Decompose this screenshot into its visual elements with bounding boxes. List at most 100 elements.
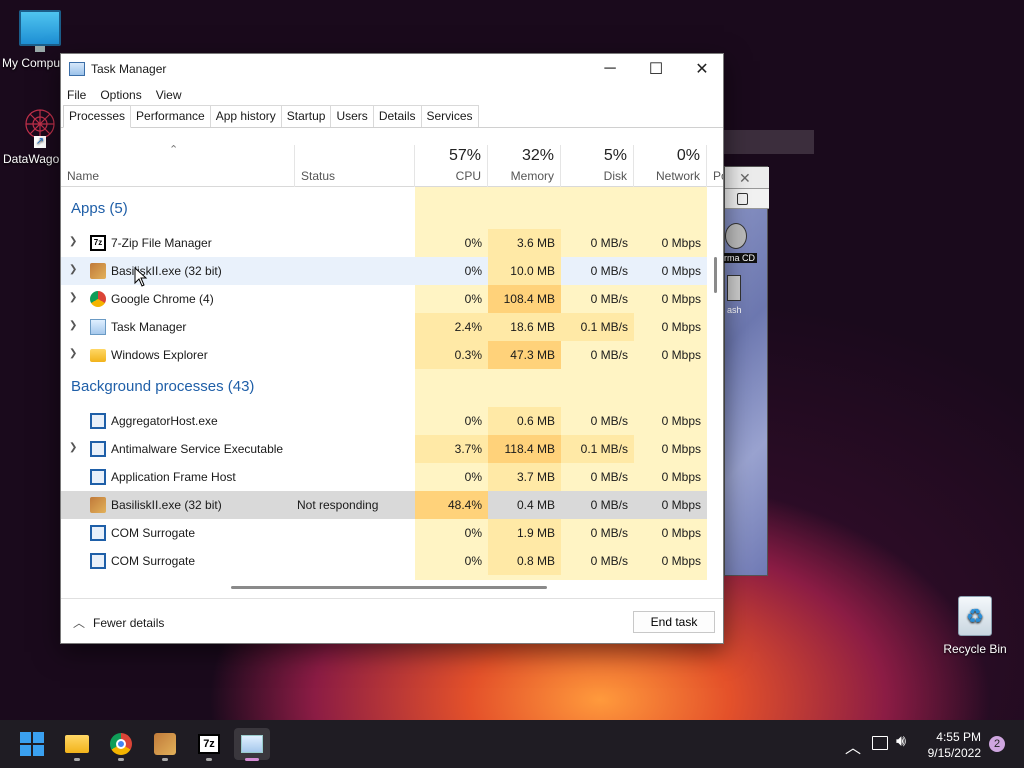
disk-value: 0 MB/s xyxy=(590,554,628,568)
process-name: COM Surrogate xyxy=(111,526,196,540)
disk-value: 0 MB/s xyxy=(590,526,628,540)
emulator-menubar xyxy=(725,189,769,209)
end-task-button[interactable]: End task xyxy=(633,611,715,633)
vertical-scrollbar[interactable] xyxy=(707,145,723,580)
process-row[interactable]: ❯ Task Manager 2.4% 18.6 MB 0.1 MB/s 0 Mbps xyxy=(61,313,707,341)
tab-startup[interactable]: Startup xyxy=(280,105,332,127)
process-row[interactable]: ❯ Google Chrome (4) 0% 108.4 MB 0 MB/s 0 Mbps xyxy=(61,285,707,313)
notification-badge[interactable]: 2 xyxy=(989,736,1005,752)
net-value: 0 Mbps xyxy=(661,236,701,250)
column-header-status[interactable]: Status xyxy=(295,145,415,187)
mem-value: 0.8 MB xyxy=(516,554,555,568)
chevron-right-icon[interactable]: ❯ xyxy=(69,264,77,275)
minimize-button[interactable]: ─ xyxy=(587,54,633,84)
cpu-value: 3.7% xyxy=(454,442,482,456)
net-value: 0 Mbps xyxy=(661,526,701,540)
process-row[interactable]: AggregatorHost.exe 0% 0.6 MB 0 MB/s 0 Mbps xyxy=(61,407,707,435)
process-name: Antimalware Service Executable xyxy=(111,442,284,456)
mem-value: 10.0 MB xyxy=(510,264,555,278)
taskbar-chrome[interactable] xyxy=(103,728,139,761)
tab-details[interactable]: Details xyxy=(372,105,422,127)
task-manager-icon xyxy=(69,62,85,76)
cd-icon[interactable] xyxy=(725,223,747,249)
menu-file[interactable]: File xyxy=(67,88,86,102)
basilisk-icon xyxy=(154,733,176,755)
process-row[interactable]: COM Surrogate 0% 0.8 MB 0 MB/s 0 Mbps xyxy=(61,547,707,575)
start-button[interactable] xyxy=(14,728,50,760)
process-name: BasiliskII.exe (32 bit) xyxy=(111,498,222,512)
disk-value: 0 MB/s xyxy=(590,292,628,306)
taskbar-basilisk[interactable] xyxy=(147,728,183,761)
group-header-background: Background processes (43) xyxy=(71,378,255,395)
net-value: 0 Mbps xyxy=(661,292,701,306)
net-value: 0 Mbps xyxy=(661,554,701,568)
cpu-value: 0% xyxy=(464,292,482,306)
process-row[interactable]: COM Surrogate 0% 1.9 MB 0 MB/s 0 Mbps xyxy=(61,519,707,547)
folder-icon xyxy=(90,349,106,362)
cpu-value: 0% xyxy=(464,236,482,250)
disk-value: 0.1 MB/s xyxy=(580,320,628,334)
emulator-window[interactable]: ✕ rma CD ash xyxy=(722,166,769,576)
cpu-value: 0% xyxy=(464,414,482,428)
horizontal-scroll-thumb[interactable] xyxy=(231,586,547,589)
process-row[interactable]: ❯ BasiliskII.exe (32 bit) 0% 10.0 MB 0 MB/s 0… xyxy=(61,257,707,285)
maximize-button[interactable]: ☐ xyxy=(633,54,679,84)
taskbar-task-manager[interactable] xyxy=(234,728,270,761)
menu-view[interactable]: View xyxy=(156,88,182,102)
column-header-disk[interactable]: 5% Disk xyxy=(561,145,634,187)
taskmgr-icon xyxy=(241,735,263,753)
network-icon[interactable] xyxy=(872,736,888,750)
process-row[interactable]: BasiliskII.exe (32 bit) Not responding 48.… xyxy=(61,491,707,519)
tab-processes[interactable]: Processes xyxy=(63,105,132,128)
mem-value: 3.6 MB xyxy=(516,236,555,250)
chrome-icon xyxy=(110,733,132,755)
process-icon xyxy=(90,413,106,429)
horizontal-scrollbar[interactable] xyxy=(61,580,707,594)
column-header-memory[interactable]: 32% Memory xyxy=(488,145,561,187)
process-icon xyxy=(90,441,106,457)
taskbar-file-explorer[interactable] xyxy=(59,728,95,761)
close-icon[interactable]: ✕ xyxy=(739,170,751,187)
taskbar-7zip[interactable]: 7z xyxy=(191,728,227,761)
clock-date: 9/15/2022 xyxy=(927,746,981,760)
chevron-right-icon[interactable]: ❯ xyxy=(69,442,77,453)
menu-options[interactable]: Options xyxy=(100,88,141,102)
chrome-icon xyxy=(90,291,106,307)
tab-performance[interactable]: Performance xyxy=(130,105,211,127)
process-row[interactable]: Application Frame Host 0% 3.7 MB 0 MB/s 0 Mb… xyxy=(61,463,707,491)
column-header-name[interactable]: ⌃ Name xyxy=(61,145,295,187)
net-value: 0 Mbps xyxy=(661,320,701,334)
basilisk-icon xyxy=(90,497,106,513)
cpu-value: 0% xyxy=(464,554,482,568)
chevron-right-icon[interactable]: ❯ xyxy=(69,236,77,247)
column-header-network[interactable]: 0% Network xyxy=(634,145,707,187)
vertical-scroll-thumb[interactable] xyxy=(714,257,717,293)
document-icon[interactable] xyxy=(737,193,748,205)
volume-icon[interactable]: 🔊︎ xyxy=(896,733,906,751)
process-row[interactable]: ❯ Antimalware Service Executable 3.7% 118.4… xyxy=(61,435,707,463)
trash-icon[interactable] xyxy=(727,275,741,301)
process-row[interactable]: ❯ 7z 7-Zip File Manager 0% 3.6 MB 0 MB/s 0 Mbp… xyxy=(61,229,707,257)
chevron-up-icon[interactable]: ︿ xyxy=(845,734,861,758)
chevron-right-icon[interactable]: ❯ xyxy=(69,348,77,359)
mem-value: 0.6 MB xyxy=(516,414,555,428)
tab-services[interactable]: Services xyxy=(420,105,479,127)
taskbar: 7z ︿ 🔊︎ 4:55 PM 9/15/2022 2 xyxy=(0,720,1024,768)
disk-value: 0 MB/s xyxy=(590,414,628,428)
chevron-right-icon[interactable]: ❯ xyxy=(69,292,77,303)
column-header-cpu[interactable]: 57% CPU xyxy=(415,145,488,187)
disk-value: 0 MB/s xyxy=(590,236,628,250)
trash-label: ash xyxy=(727,305,742,315)
close-button[interactable]: ✕ xyxy=(679,54,725,84)
desktop-icon-recycle-bin[interactable]: ♻ Recycle Bin xyxy=(935,596,1015,656)
fewer-details-link[interactable]: ︿ Fewer details xyxy=(73,614,164,631)
clock[interactable]: 4:55 PM 9/15/2022 xyxy=(928,729,981,761)
process-name: COM Surrogate xyxy=(111,554,196,568)
chevron-right-icon[interactable]: ❯ xyxy=(69,320,77,331)
tab-app-history[interactable]: App history xyxy=(209,105,282,127)
tab-users[interactable]: Users xyxy=(330,105,374,127)
net-value: 0 Mbps xyxy=(661,264,701,278)
mem-value: 118.4 MB xyxy=(504,442,555,456)
emulator-titlebar: ✕ xyxy=(725,167,769,189)
process-row[interactable]: ❯ Windows Explorer 0.3% 47.3 MB 0 MB/s 0 Mbps xyxy=(61,341,707,369)
